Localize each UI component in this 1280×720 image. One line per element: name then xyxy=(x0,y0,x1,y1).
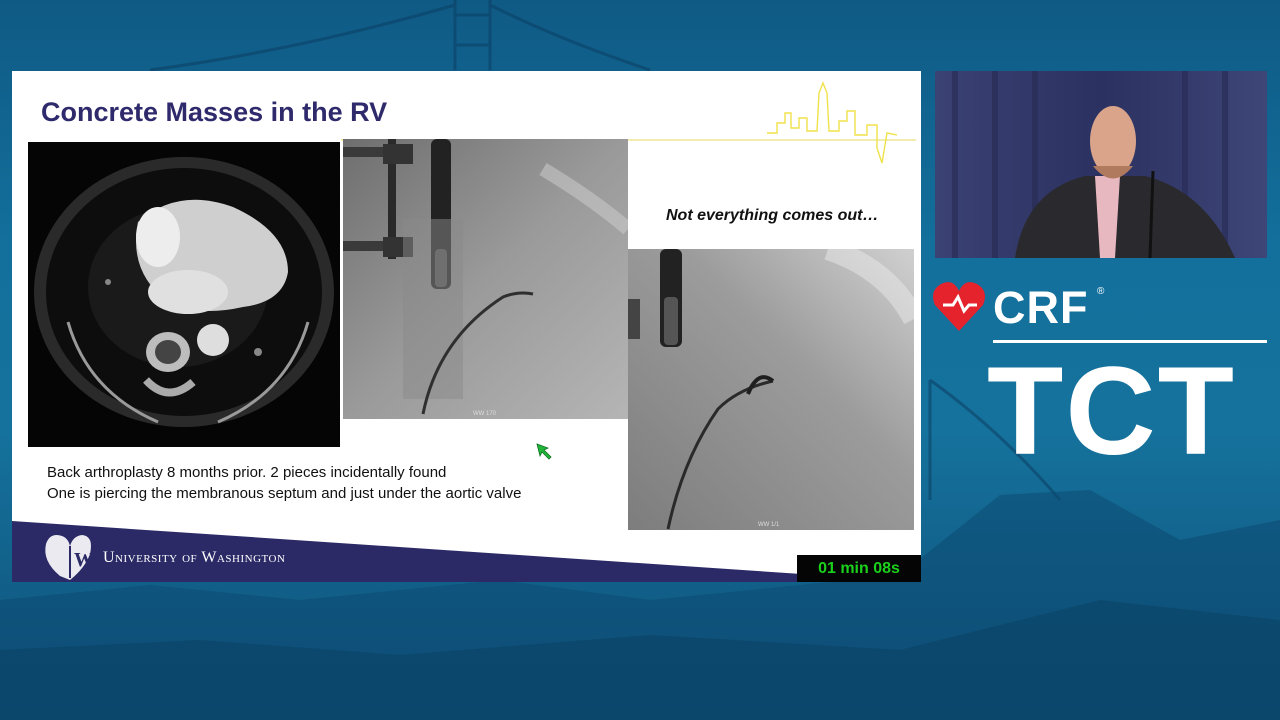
ct-scan-image xyxy=(28,142,340,447)
presentation-slide: Concrete Masses in the RV WW 170 Not eve… xyxy=(12,71,921,582)
crf-registered-mark: ® xyxy=(1097,286,1105,297)
speaker-video-feed xyxy=(935,71,1267,258)
crf-wordmark: CRF xyxy=(993,282,1089,333)
fluoro-label-1: WW 170 xyxy=(473,411,497,417)
uw-org-name: University of Washington xyxy=(103,549,286,566)
slide-caption: Not everything comes out… xyxy=(666,207,879,224)
fluoroscopy-image-2: WW 1/1 xyxy=(628,249,914,530)
slide-title: Concrete Masses in the RV xyxy=(41,97,388,127)
body-line-2: One is piercing the membranous septum an… xyxy=(47,485,522,502)
slide-body-text: Back arthroplasty 8 months prior. 2 piec… xyxy=(47,462,521,504)
fluoroscopy-image-1: WW 170 xyxy=(343,139,628,419)
uw-heart-logo-icon: W xyxy=(45,535,94,580)
green-arrow-cursor-icon xyxy=(536,443,552,460)
seattle-skyline-icon xyxy=(767,81,897,164)
svg-text:W: W xyxy=(74,549,94,571)
presentation-timer: 01 min 08s xyxy=(797,555,921,582)
slide-footer-band xyxy=(12,521,921,582)
crf-heart-icon xyxy=(933,282,985,331)
body-line-1: Back arthroplasty 8 months prior. 2 piec… xyxy=(47,464,447,481)
tct-wordmark: TCT xyxy=(987,342,1236,481)
